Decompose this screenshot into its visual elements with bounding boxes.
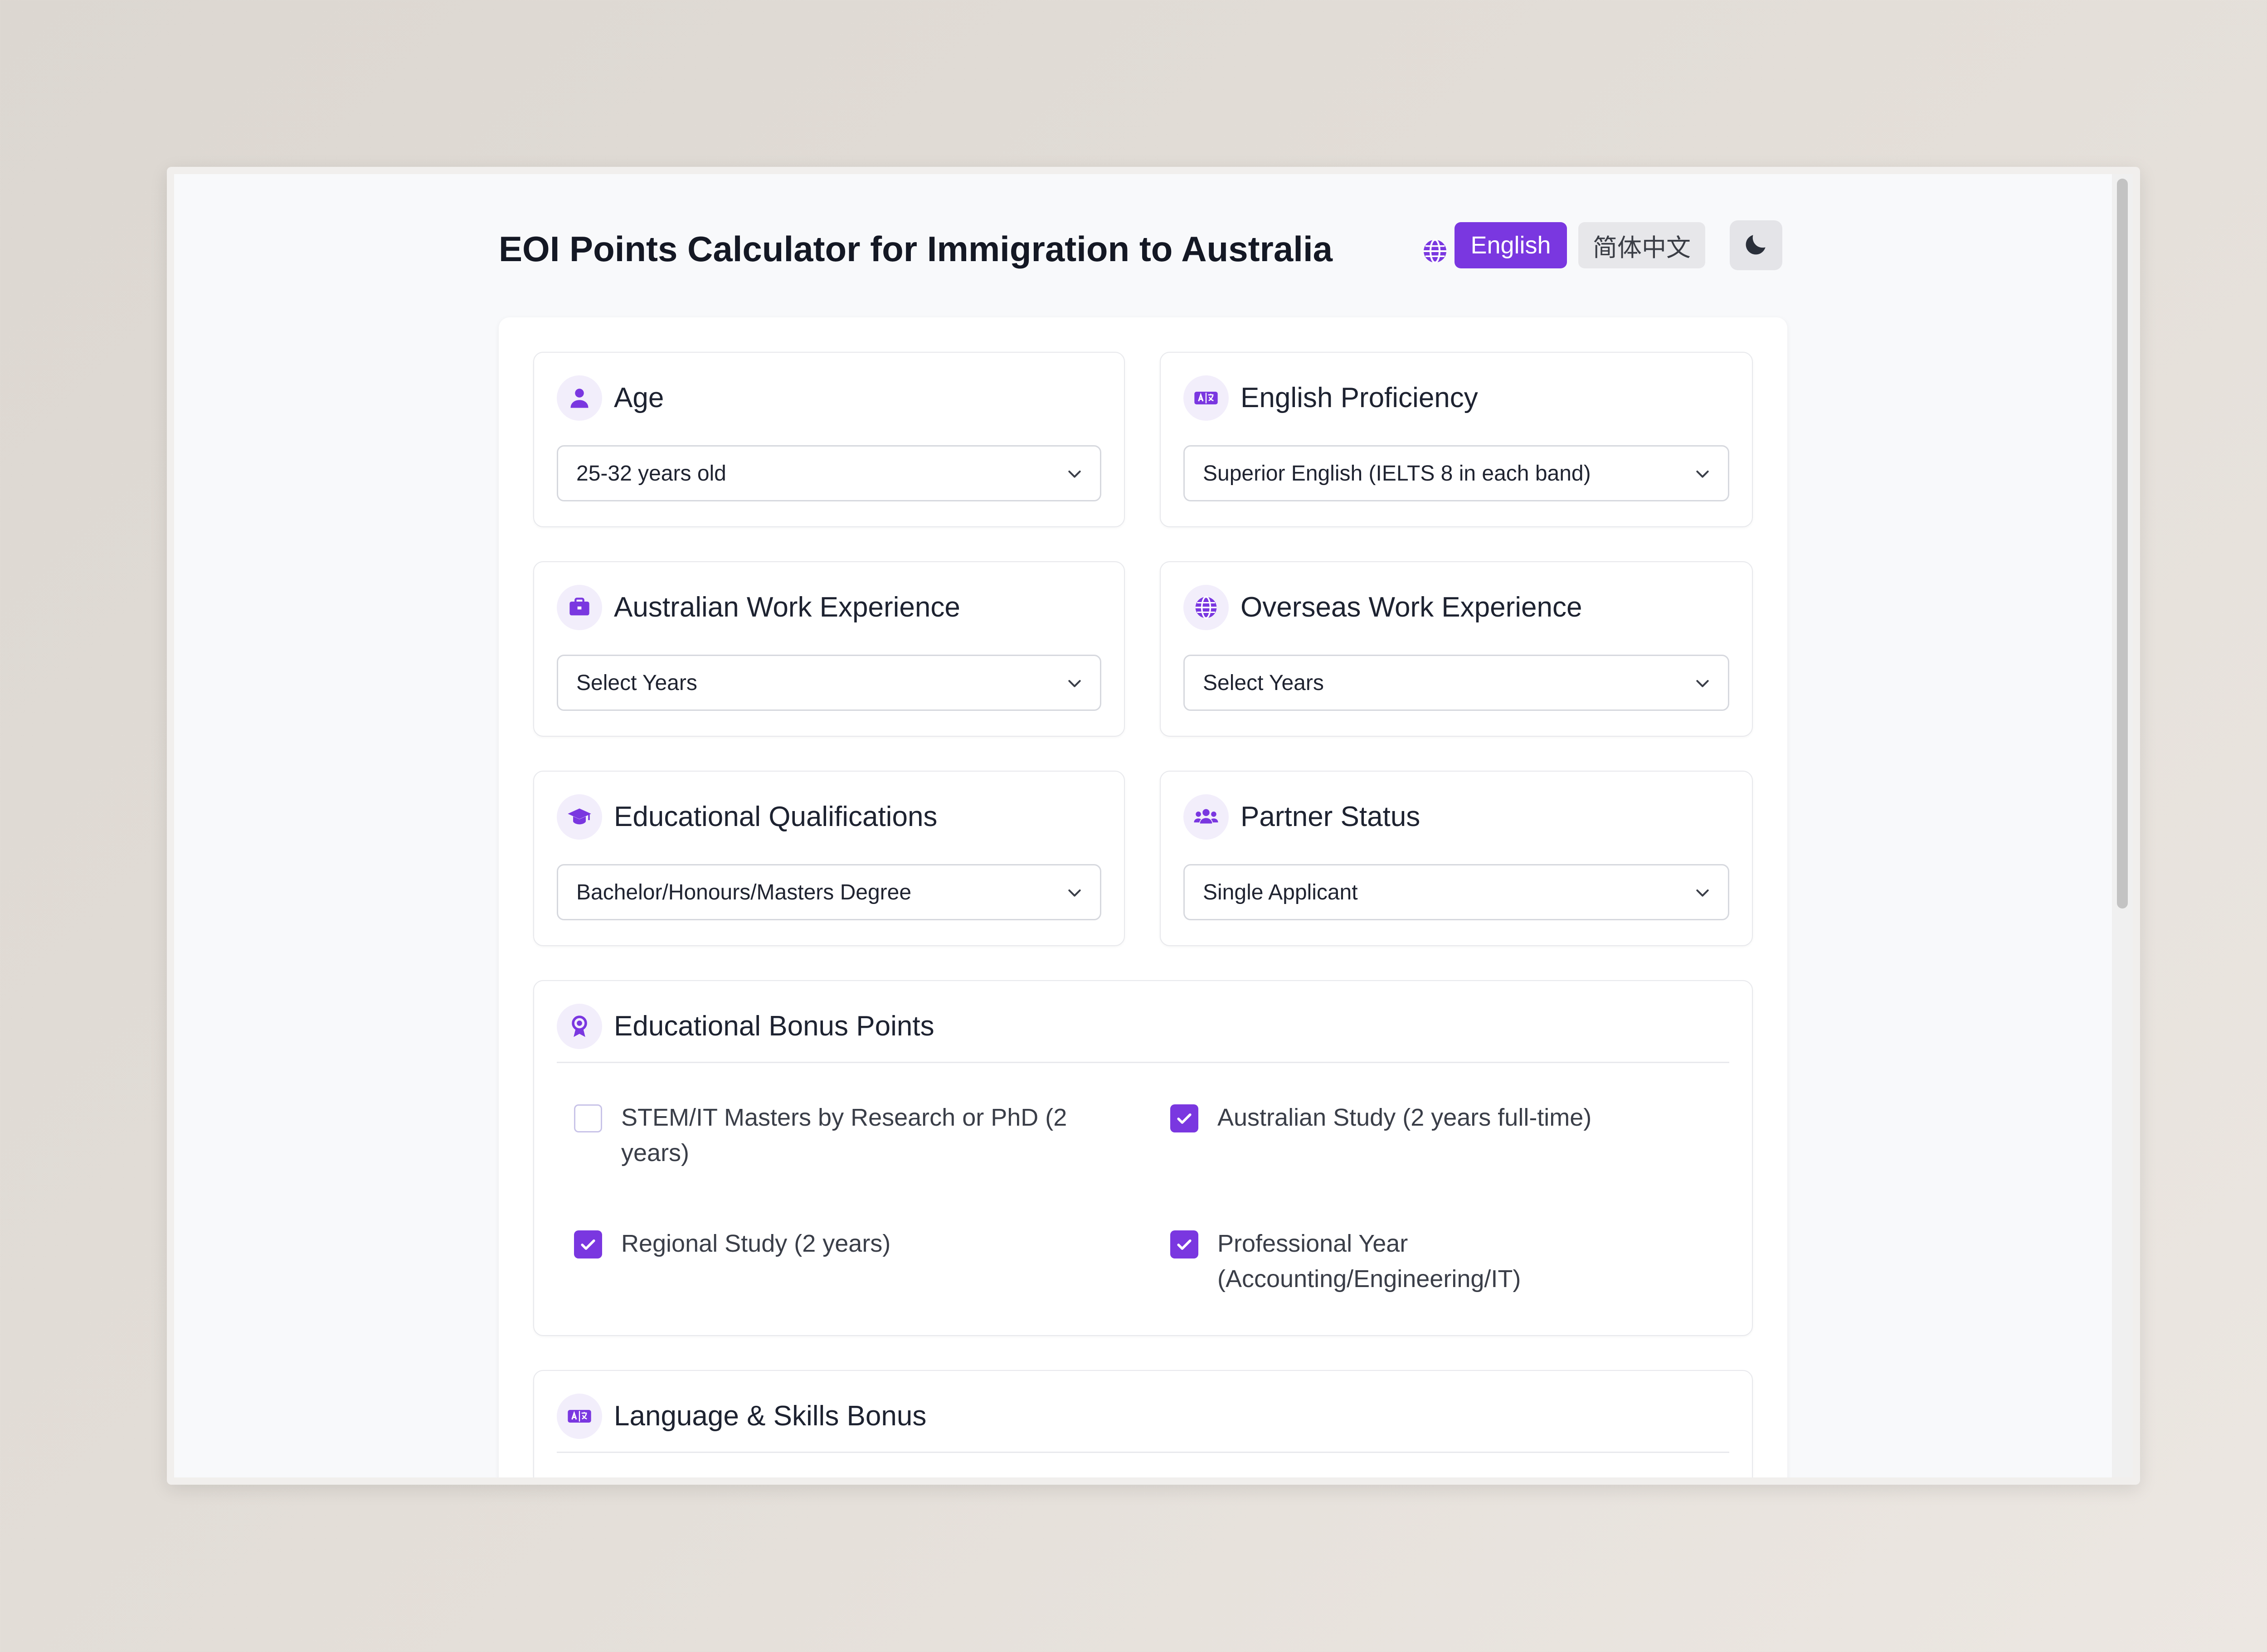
education-select-value: Bachelor/Honours/Masters Degree [576, 880, 912, 904]
chevron-down-icon [1068, 680, 1081, 687]
checkbox[interactable] [1170, 1230, 1198, 1258]
age-card: Age 25-32 years old [533, 352, 1125, 527]
australian-work-title: Australian Work Experience [614, 592, 960, 623]
theme-toggle-button[interactable] [1730, 220, 1782, 270]
divider [557, 1452, 1729, 1453]
english-select-value: Superior English (IELTS 8 in each band) [1203, 461, 1591, 486]
overseas-work-select[interactable]: Select Years [1183, 655, 1729, 711]
english-card: English Proficiency Superior English (IE… [1160, 352, 1753, 527]
partner-card: Partner Status Single Applicant [1160, 771, 1753, 946]
age-select-value: 25-32 years old [576, 461, 726, 486]
header: EOI Points Calculator for Immigration to… [499, 174, 1787, 328]
bonus-australian-study-label: Australian Study (2 years full-time) [1217, 1104, 1592, 1131]
page-viewport: EOI Points Calculator for Immigration to… [174, 174, 2112, 1477]
language-english-button[interactable]: English [1455, 222, 1567, 268]
overseas-work-title: Overseas Work Experience [1241, 592, 1582, 623]
checkbox[interactable] [574, 1230, 602, 1258]
english-select[interactable]: Superior English (IELTS 8 in each band) [1183, 445, 1729, 501]
graduation-cap-icon [557, 794, 602, 840]
checkbox[interactable] [574, 1104, 602, 1132]
chevron-down-icon [1696, 471, 1709, 478]
globe-icon [1421, 238, 1449, 265]
overseas-work-select-value: Select Years [1203, 671, 1324, 695]
checkbox[interactable] [1170, 1104, 1198, 1132]
bonus-stem-label: STEM/IT Masters by Research or PhD (2 ye… [621, 1104, 1067, 1166]
partner-select-value: Single Applicant [1203, 880, 1358, 904]
chevron-down-icon [1068, 471, 1081, 478]
page-title: EOI Points Calculator for Immigration to… [499, 229, 1333, 269]
moon-icon [1742, 230, 1770, 261]
partner-select[interactable]: Single Applicant [1183, 864, 1729, 920]
bonus-professional-year-label: Professional Year (Accounting/Engineerin… [1217, 1230, 1521, 1292]
users-icon [1183, 794, 1229, 840]
divider [557, 1062, 1729, 1063]
australian-work-select[interactable]: Select Years [557, 655, 1101, 711]
chevron-down-icon [1068, 889, 1081, 897]
language-icon [1183, 375, 1229, 421]
user-icon [557, 375, 602, 421]
calculator-panel: Age 25-32 years old English Proficiency … [499, 317, 1787, 1477]
content: EOI Points Calculator for Immigration to… [499, 174, 1787, 1477]
education-title: Educational Qualifications [614, 801, 938, 832]
check-icon [1177, 1239, 1192, 1250]
education-select[interactable]: Bachelor/Honours/Masters Degree [557, 864, 1101, 920]
browser-window: EOI Points Calculator for Immigration to… [167, 167, 2140, 1485]
english-title: English Proficiency [1241, 382, 1478, 413]
educational-bonus-title: Educational Bonus Points [614, 1011, 934, 1042]
educational-bonus-card: Educational Bonus Points STEM/IT Masters… [533, 980, 1753, 1336]
education-card: Educational Qualifications Bachelor/Hono… [533, 771, 1125, 946]
australian-work-card: Australian Work Experience Select Years [533, 561, 1125, 737]
overseas-work-card: Overseas Work Experience Select Years [1160, 561, 1753, 737]
age-select[interactable]: 25-32 years old [557, 445, 1101, 501]
bonus-regional-study-label: Regional Study (2 years) [621, 1230, 891, 1257]
globe-icon [1183, 585, 1229, 630]
chevron-down-icon [1696, 889, 1709, 897]
scrollbar-thumb[interactable] [2117, 179, 2128, 909]
language-chinese-button[interactable]: 简体中文 [1578, 222, 1705, 268]
language-icon [557, 1394, 602, 1439]
age-title: Age [614, 382, 664, 413]
chevron-down-icon [1696, 680, 1709, 687]
australian-work-select-value: Select Years [576, 671, 697, 695]
scrollbar[interactable] [2112, 174, 2133, 1477]
check-icon [581, 1239, 595, 1250]
language-skills-bonus-title: Language & Skills Bonus [614, 1400, 927, 1432]
award-icon [557, 1004, 602, 1049]
check-icon [1177, 1113, 1192, 1124]
briefcase-icon [557, 585, 602, 630]
language-skills-bonus-card: Language & Skills Bonus [533, 1370, 1753, 1477]
partner-title: Partner Status [1241, 801, 1421, 832]
